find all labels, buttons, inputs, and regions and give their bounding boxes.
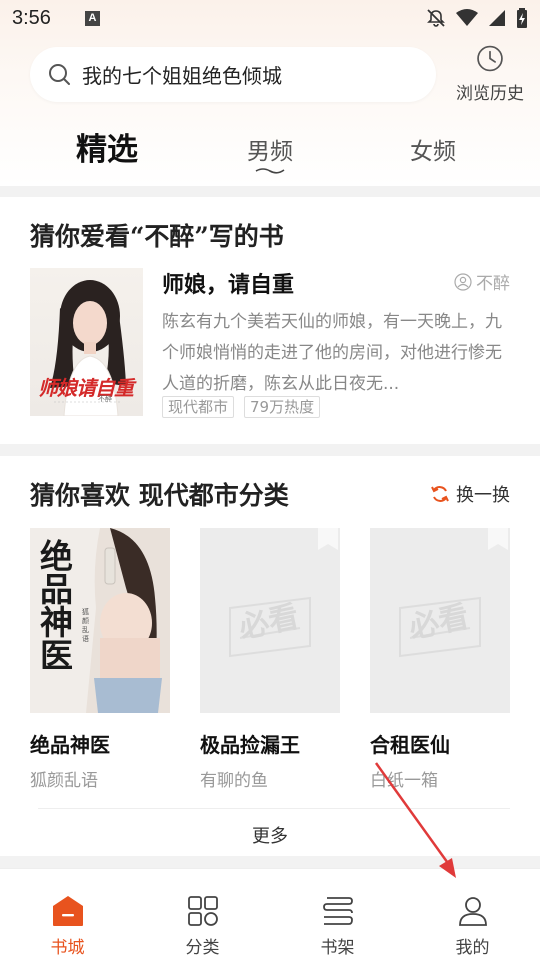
book-cover: 绝品神医 狐颜乱语	[30, 528, 170, 713]
search-icon	[49, 63, 70, 85]
nav-label: 我的	[455, 938, 490, 958]
book-author: 白纸一箱	[370, 771, 438, 791]
cover-author: 狐颜乱语	[82, 608, 89, 643]
bookstore-icon	[52, 896, 83, 926]
tab-female[interactable]: 女频	[410, 132, 456, 166]
wifi-icon	[456, 9, 478, 26]
mute-bell-icon	[427, 9, 445, 27]
section-title: 猜你爱看“不醉”写的书	[30, 222, 284, 251]
refresh-icon	[431, 486, 449, 502]
channel-tabs: 精选 男频 女频	[0, 120, 540, 180]
nav-profile[interactable]: 我的	[405, 869, 540, 960]
nav-category[interactable]: 分类	[135, 869, 270, 960]
cover-title: 绝品神医	[40, 537, 73, 675]
book-card[interactable]: 必看 合租医仙 白纸一箱	[370, 528, 510, 791]
book-title: 合租医仙	[370, 733, 450, 757]
bookshelf-icon	[322, 897, 353, 925]
tag-popularity: 79万热度	[244, 396, 321, 418]
placeholder-book-icon: 必看	[399, 528, 508, 658]
signal-icon	[489, 10, 505, 26]
tag-category: 现代都市	[162, 396, 235, 418]
tab-wave-indicator	[255, 168, 285, 174]
author-name: 不醉	[476, 274, 510, 294]
book-card[interactable]: 绝品神医 狐颜乱语 绝品神医 狐颜乱语	[30, 528, 170, 791]
refresh-button[interactable]: 换一换	[430, 481, 510, 507]
status-bar: 3:56 A	[0, 0, 540, 36]
more-button[interactable]: 更多	[0, 822, 540, 848]
book-author: 有聊的鱼	[200, 771, 268, 791]
bottom-navigation: 书城 分类 书架 我的	[0, 868, 540, 960]
book-tags: 现代都市 79万热度	[162, 396, 321, 418]
search-bar[interactable]: 我的七个姐姐绝色倾城	[30, 47, 436, 102]
clock-icon	[477, 45, 503, 72]
tab-featured[interactable]: 精选	[76, 124, 138, 169]
nav-label: 书城	[50, 938, 85, 958]
divider	[38, 808, 510, 809]
book-title[interactable]: 师娘，请自重	[162, 267, 294, 299]
cover-title: 师娘请自重	[38, 376, 134, 400]
book-author[interactable]: 不醉	[454, 269, 510, 294]
nav-bookstore[interactable]: 书城	[0, 869, 135, 960]
placeholder-book-icon: 必看	[229, 528, 338, 658]
book-cover[interactable]: 师娘请自重 不醉	[30, 268, 143, 416]
cover-author: 不醉	[98, 395, 112, 403]
author-recommend-section: 猜你爱看“不醉”写的书 师娘请自重 不醉 师娘，请自重 不醉 陈玄有九个美若天仙…	[0, 197, 540, 444]
nav-label: 书架	[320, 938, 355, 958]
book-cover-placeholder: 必看	[370, 528, 510, 713]
profile-icon	[458, 897, 487, 926]
refresh-label: 换一换	[456, 485, 510, 506]
guess-like-section: 猜你喜欢 现代都市分类 换一换 绝品神医 狐颜乱语 绝品神医 狐颜乱语 必看 极…	[0, 456, 540, 856]
book-list: 绝品神医 狐颜乱语 绝品神医 狐颜乱语 必看 极品捡漏王 有聊的鱼 必看 合租医…	[30, 528, 510, 791]
search-query: 我的七个姐姐绝色倾城	[82, 64, 282, 88]
user-circle-icon	[454, 272, 472, 291]
status-time: 3:56	[12, 6, 51, 29]
battery-icon	[517, 8, 527, 28]
book-title: 绝品神医	[30, 733, 110, 757]
book-author: 狐颜乱语	[30, 771, 98, 791]
book-card[interactable]: 必看 极品捡漏王 有聊的鱼	[200, 528, 340, 791]
book-cover-placeholder: 必看	[200, 528, 340, 713]
nav-bookshelf[interactable]: 书架	[270, 869, 405, 960]
history-button[interactable]: 浏览历史	[450, 44, 530, 104]
category-icon	[187, 896, 218, 926]
book-title: 极品捡漏王	[200, 733, 300, 757]
nav-label: 分类	[185, 938, 220, 958]
history-label: 浏览历史	[456, 84, 524, 104]
section-title: 猜你喜欢 现代都市分类	[30, 481, 289, 510]
accessibility-badge-icon: A	[84, 10, 100, 26]
tab-male[interactable]: 男频	[247, 132, 293, 166]
book-description: 陈玄有九个美若天仙的师娘，有一天晚上，九个师娘悄悄的走进了他的房间，对他进行惨无…	[162, 312, 502, 394]
